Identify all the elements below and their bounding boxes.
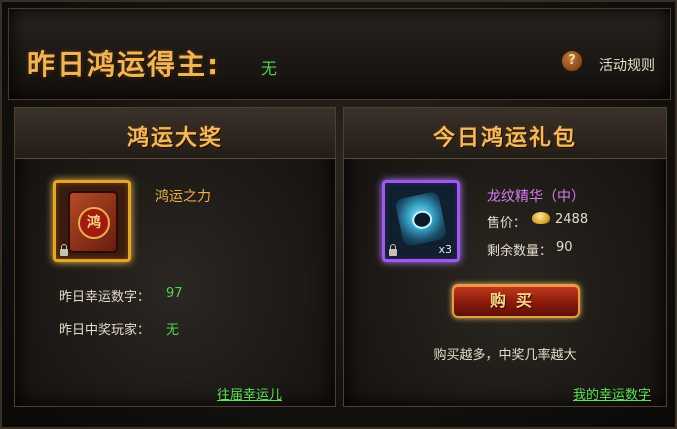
gem-icon <box>394 190 448 248</box>
price-value: 2488 <box>555 212 589 227</box>
winner-banner: 昨日鸿运得主: 无 ? 活动规则 <box>8 8 671 100</box>
winner-player-value: 无 <box>166 323 180 338</box>
daily-pack-item-slot[interactable]: x3 <box>382 180 460 262</box>
help-icon[interactable]: ? <box>561 50 583 72</box>
winner-value: 无 <box>261 59 278 78</box>
daily-pack-item-name: 龙纹精华（中） <box>487 189 585 205</box>
winner-player-label: 昨日中奖玩家： <box>59 323 151 338</box>
lucky-number-label: 昨日幸运数字： <box>59 290 151 305</box>
daily-pack-title: 今日鸿运礼包 <box>432 126 577 151</box>
rules-link[interactable]: 活动规则 <box>599 55 655 75</box>
event-window: 昨日鸿运得主: 无 ? 活动规则 鸿运大奖 鸿 鸿运之力 昨日幸运数字： 97 … <box>0 0 677 429</box>
grand-prize-item-slot[interactable]: 鸿 <box>53 180 131 262</box>
daily-pack-panel: 今日鸿运礼包 x3 龙纹精华（中） 售价： 2488 剩余数量： 90 购买 购… <box>343 107 667 407</box>
buy-button[interactable]: 购买 <box>452 284 580 318</box>
lock-icon <box>389 244 397 256</box>
my-lucky-numbers-link[interactable]: 我的幸运数字 <box>573 384 651 403</box>
lucky-number-value: 97 <box>166 286 183 301</box>
winner-label-text: 昨日鸿运得主 <box>27 48 208 81</box>
card-icon: 鸿 <box>68 191 118 253</box>
history-winners-link[interactable]: 往届幸运儿 <box>217 384 282 403</box>
winner-colon: : <box>207 48 221 81</box>
remaining-value: 90 <box>556 240 573 255</box>
grand-prize-header: 鸿运大奖 <box>15 108 335 159</box>
grand-prize-panel: 鸿运大奖 鸿 鸿运之力 昨日幸运数字： 97 昨日中奖玩家： 无 往届幸运儿 <box>14 107 336 407</box>
winner-label: 昨日鸿运得主: <box>27 43 220 83</box>
item-quantity: x3 <box>438 243 452 256</box>
lock-icon <box>60 244 68 256</box>
remaining-label: 剩余数量： <box>487 244 553 259</box>
price-label: 售价： <box>487 216 527 231</box>
buy-hint: 购买越多，中奖几率越大 <box>433 348 577 363</box>
daily-pack-header: 今日鸿运礼包 <box>344 108 666 159</box>
grand-prize-item-name: 鸿运之力 <box>155 189 211 205</box>
gold-ingot-icon <box>532 212 550 224</box>
card-seal-icon: 鸿 <box>78 207 110 239</box>
grand-prize-title: 鸿运大奖 <box>126 126 223 151</box>
gem-eye-icon <box>410 208 434 231</box>
